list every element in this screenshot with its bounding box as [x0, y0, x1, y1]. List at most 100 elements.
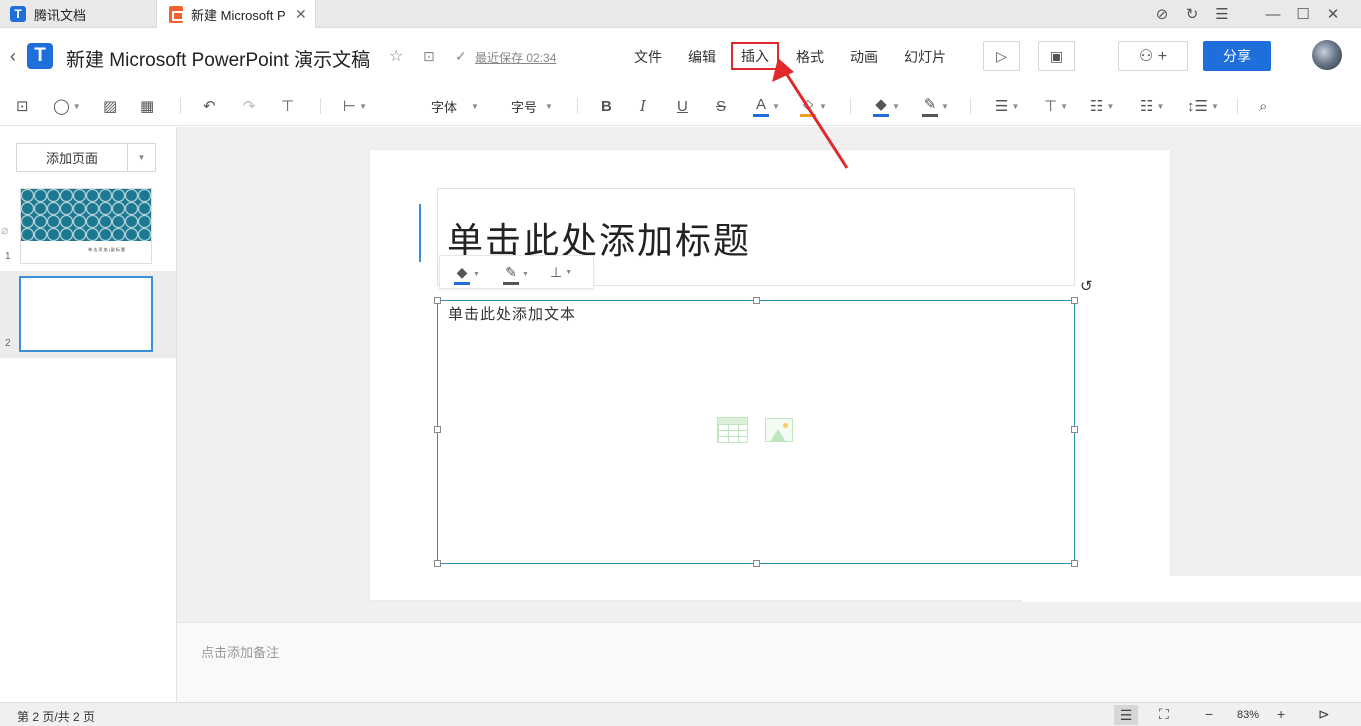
chevron-left-icon[interactable]: ‹ — [10, 46, 16, 67]
bullet-list-tool[interactable]: ☷ ▼ — [1090, 96, 1114, 116]
resize-handle[interactable] — [1071, 426, 1078, 433]
font-size-select[interactable]: 字号 ▼ — [511, 96, 553, 116]
table-icon[interactable]: ▦ — [140, 96, 154, 116]
avatar[interactable] — [1312, 40, 1342, 70]
slide-thumbnail-1[interactable]: 单 击 添 加 | 副 标 题 — [20, 188, 152, 264]
shape-icon: ◯ — [53, 98, 70, 115]
rotate-handle-icon[interactable]: ↺ — [1080, 277, 1093, 295]
resize-handle[interactable] — [1071, 560, 1078, 567]
align-object-tool[interactable]: ⊢ ▼ — [343, 96, 367, 116]
window-tab-presentation[interactable]: 新建 Microsoft P ✕ — [156, 0, 316, 29]
app-logo-icon[interactable]: T — [27, 43, 53, 69]
play-slideshow-icon[interactable]: ⊳ — [1318, 706, 1330, 723]
saved-check-icon: ✓ — [455, 48, 467, 64]
maximize-icon[interactable]: ☐ — [1288, 5, 1318, 23]
menu-edit[interactable]: 编辑 — [688, 47, 716, 67]
toolbar-divider — [970, 98, 971, 114]
last-saved-text[interactable]: 最近保存 02:34 — [475, 49, 556, 66]
close-window-icon[interactable]: ✕ — [1318, 5, 1348, 23]
zoom-in-icon[interactable]: + — [1277, 706, 1285, 722]
fill-color-tool[interactable]: ◆ ▼ — [873, 95, 900, 117]
folder-icon[interactable]: ⊡ — [423, 48, 435, 65]
resize-handle[interactable] — [434, 560, 441, 567]
compass-icon[interactable]: ⊘ — [1147, 5, 1177, 23]
add-page-label: 添加页面 — [17, 144, 128, 171]
image-icon[interactable]: ▨ — [103, 96, 117, 116]
add-collaborator-button[interactable]: ⚇ + — [1118, 41, 1188, 71]
star-icon[interactable]: ☆ — [389, 46, 403, 66]
border-color-tool[interactable]: ✎ ▼ — [922, 95, 949, 117]
bold-icon[interactable]: B — [601, 96, 612, 116]
page-indicator: 第 2 页/共 2 页 — [17, 710, 96, 724]
window-tab-tencent-docs[interactable]: T 腾讯文档 — [0, 0, 156, 28]
chevron-down-icon[interactable]: ▼ — [128, 144, 155, 171]
find-icon[interactable]: ⌕ — [1259, 96, 1267, 116]
undo-icon[interactable]: ↶ — [203, 96, 216, 116]
toolbar-divider — [577, 98, 578, 114]
font-color-tool[interactable]: A ▼ — [753, 96, 780, 117]
add-page-button[interactable]: 添加页面 ▼ — [16, 143, 156, 172]
zoom-out-icon[interactable]: − — [1205, 706, 1213, 722]
format-painter-icon[interactable]: ⊤ — [281, 96, 294, 116]
text-cursor — [419, 204, 421, 262]
paint-bucket-icon: ◆ — [873, 95, 889, 117]
menu-icon[interactable]: ☰ — [1207, 5, 1237, 23]
highlight-tool[interactable]: ⬦ ▼ — [800, 96, 827, 117]
window-tab-label: 腾讯文档 — [34, 7, 87, 23]
italic-icon[interactable]: I — [640, 96, 646, 116]
shape-arrange-tool[interactable]: ⊥ ▼ — [550, 264, 572, 281]
document-title[interactable]: 新建 Microsoft PowerPoint 演示文稿 — [66, 45, 370, 72]
resize-handle[interactable] — [753, 297, 760, 304]
notes-toggle-icon[interactable]: ☰ — [1114, 705, 1138, 725]
toolbar-divider — [320, 98, 321, 114]
insert-image-placeholder-icon[interactable] — [765, 418, 793, 442]
shape-tool[interactable]: ◯ ▼ — [53, 96, 81, 116]
menu-format[interactable]: 格式 — [796, 47, 824, 67]
play-icon: ▷ — [996, 47, 1007, 64]
insert-table-placeholder-icon[interactable] — [717, 417, 748, 443]
textbox-icon[interactable]: ⊡ — [16, 96, 29, 116]
menu-insert[interactable]: 插入 — [731, 42, 779, 70]
window-tab-bar: T 腾讯文档 新建 Microsoft P ✕ ⊘ ↻ ☰ — ☐ ✕ — [0, 0, 1361, 29]
refresh-icon[interactable]: ↻ — [1177, 5, 1207, 23]
underline-icon[interactable]: U — [677, 96, 688, 116]
resize-handle[interactable] — [434, 297, 441, 304]
line-spacing-tool[interactable]: ↕☰ ▼ — [1187, 96, 1219, 116]
body-placeholder-box[interactable] — [437, 300, 1075, 564]
notes-placeholder[interactable]: 点击添加备注 — [201, 642, 279, 661]
font-size-label: 字号 — [511, 99, 538, 115]
slide-thumbnail-panel: 添加页面 ▼ 单 击 添 加 | 副 标 题 ⌀ 1 2 — [0, 127, 177, 702]
link-icon: ⌀ — [1, 223, 9, 237]
pencil-icon: ✎ — [922, 95, 938, 117]
close-tab-icon[interactable]: ✕ — [295, 6, 307, 23]
numbered-list-tool[interactable]: ☷ ▼ — [1140, 96, 1164, 116]
strikethrough-icon[interactable]: S — [716, 96, 726, 116]
canvas-edge-strip — [1022, 576, 1361, 602]
menu-animation[interactable]: 动画 — [850, 47, 878, 67]
paint-bucket-icon: ◆ — [454, 264, 470, 285]
numbered-list-icon: ☷ — [1140, 98, 1154, 115]
resize-handle[interactable] — [1071, 297, 1078, 304]
redo-icon[interactable]: ↷ — [243, 96, 256, 116]
vertical-align-tool[interactable]: ⊤ ▼ — [1044, 96, 1068, 116]
play-button[interactable]: ▷ — [983, 41, 1020, 71]
shape-outline-tool[interactable]: ✎ ▼ — [503, 264, 529, 285]
text-align-tool[interactable]: ☰ ▼ — [995, 96, 1019, 116]
zoom-level[interactable]: 83% — [1237, 709, 1259, 721]
minimize-icon[interactable]: — — [1258, 6, 1288, 23]
resize-handle[interactable] — [434, 426, 441, 433]
menu-slides[interactable]: 幻灯片 — [904, 47, 946, 67]
resize-handle[interactable] — [753, 560, 760, 567]
slide-thumbnail-2[interactable] — [19, 276, 153, 352]
shape-fill-tool[interactable]: ◆ ▼ — [454, 264, 480, 285]
body-placeholder-text[interactable]: 单击此处添加文本 — [448, 303, 576, 324]
share-button[interactable]: 分享 — [1203, 41, 1271, 71]
format-toolbar: ⊡ ◯ ▼ ▨ ▦ ↶ ↷ ⊤ ⊢ ▼ 字体 ▼ 字号 ▼ B I U S A ▼ ⬦ ▼ … — [0, 86, 1361, 126]
font-family-label: 字体 — [431, 99, 458, 115]
menu-file[interactable]: 文件 — [634, 47, 662, 67]
present-button[interactable]: ▣ — [1038, 41, 1075, 71]
toolbar-divider — [180, 98, 181, 114]
notes-panel[interactable]: 点击添加备注 — [177, 622, 1361, 702]
fit-screen-icon[interactable]: ⛶ — [1159, 706, 1169, 723]
font-family-select[interactable]: 字体 ▼ — [431, 96, 479, 116]
